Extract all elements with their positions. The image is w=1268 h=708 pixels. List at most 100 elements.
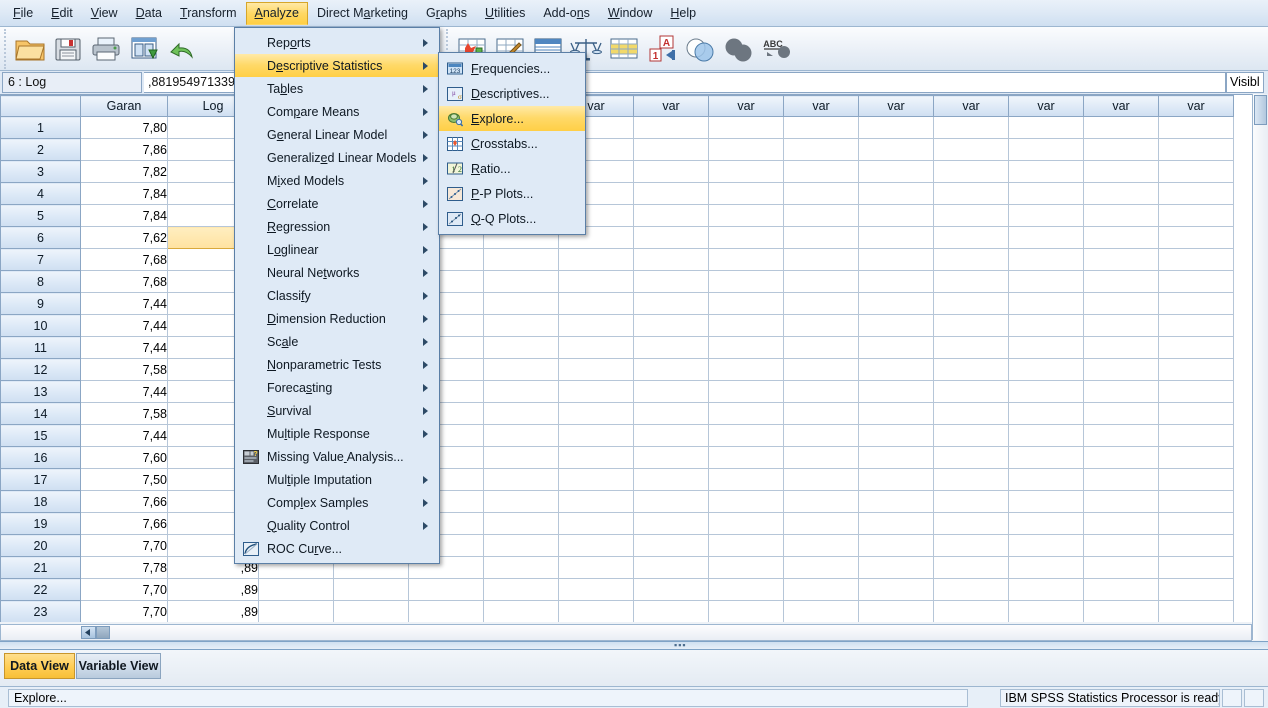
cell-empty[interactable]	[1158, 358, 1234, 381]
cell-empty[interactable]	[633, 358, 709, 381]
analyze-menu-item-general-linear-model[interactable]: General Linear Model	[235, 123, 439, 146]
cell-empty[interactable]	[858, 380, 934, 403]
cell-garan[interactable]: 7,70	[80, 578, 168, 601]
cell-empty[interactable]	[558, 468, 634, 491]
horizontal-scrollbar[interactable]	[0, 624, 1252, 641]
cell-garan[interactable]: 7,84	[80, 204, 168, 227]
cell-empty[interactable]	[708, 424, 784, 447]
cell-empty[interactable]	[708, 336, 784, 359]
cell-empty[interactable]	[633, 116, 709, 139]
cell-empty[interactable]	[933, 380, 1009, 403]
cell-empty[interactable]	[783, 182, 859, 205]
cell-garan[interactable]: 7,80	[80, 116, 168, 139]
cell-empty[interactable]	[783, 248, 859, 271]
cell-empty[interactable]	[483, 534, 559, 557]
select-cases-icon[interactable]	[681, 30, 719, 68]
scroll-left-button[interactable]	[81, 626, 96, 639]
menubar-item-analyze[interactable]: Analyze	[245, 1, 308, 25]
column-header-var[interactable]: var	[708, 95, 784, 117]
cell-empty[interactable]	[858, 600, 934, 622]
cell-empty[interactable]	[1008, 534, 1084, 557]
column-header-var[interactable]: var	[933, 95, 1009, 117]
cell-empty[interactable]	[783, 556, 859, 579]
cell-empty[interactable]	[933, 402, 1009, 425]
analyze-menu-item-descriptive-statistics[interactable]: Descriptive Statistics	[235, 54, 439, 77]
cell-empty[interactable]	[1008, 226, 1084, 249]
cell-empty[interactable]	[633, 160, 709, 183]
cell-empty[interactable]	[708, 204, 784, 227]
cell-empty[interactable]	[933, 490, 1009, 513]
cell-empty[interactable]	[1083, 182, 1159, 205]
cell-empty[interactable]	[258, 600, 334, 622]
row-header[interactable]: 13	[0, 380, 81, 403]
cell-empty[interactable]	[1008, 424, 1084, 447]
cell-empty[interactable]	[558, 512, 634, 535]
row-header[interactable]: 4	[0, 182, 81, 205]
cell-garan[interactable]: 7,62	[80, 226, 168, 249]
cell-garan[interactable]: 7,84	[80, 182, 168, 205]
cell-empty[interactable]	[708, 402, 784, 425]
cell-empty[interactable]	[1083, 380, 1159, 403]
cell-empty[interactable]	[858, 248, 934, 271]
undo-icon[interactable]	[163, 30, 201, 68]
cell-empty[interactable]	[1008, 138, 1084, 161]
column-header-var[interactable]: var	[1083, 95, 1159, 117]
cell-empty[interactable]	[708, 512, 784, 535]
cell-empty[interactable]	[1083, 600, 1159, 622]
cell-empty[interactable]	[708, 600, 784, 622]
cell-empty[interactable]	[858, 512, 934, 535]
analyze-menu-item-reports[interactable]: Reports	[235, 31, 439, 54]
cell-empty[interactable]	[633, 402, 709, 425]
horizontal-scrollbar-thumb[interactable]	[96, 626, 110, 639]
cell-empty[interactable]	[858, 578, 934, 601]
cell-empty[interactable]	[708, 446, 784, 469]
cell-empty[interactable]	[708, 556, 784, 579]
row-header[interactable]: 3	[0, 160, 81, 183]
cell-empty[interactable]	[558, 248, 634, 271]
analyze-menu-item-neural-networks[interactable]: Neural Networks	[235, 261, 439, 284]
cell-empty[interactable]	[633, 314, 709, 337]
cell-empty[interactable]	[1083, 292, 1159, 315]
cell-empty[interactable]	[708, 490, 784, 513]
cell-empty[interactable]	[1083, 358, 1159, 381]
cell-empty[interactable]	[1158, 270, 1234, 293]
cell-empty[interactable]	[633, 204, 709, 227]
cell-garan[interactable]: 7,66	[80, 512, 168, 535]
cell-empty[interactable]	[1083, 556, 1159, 579]
row-header[interactable]: 19	[0, 512, 81, 535]
cell-garan[interactable]: 7,60	[80, 446, 168, 469]
cell-empty[interactable]	[1158, 446, 1234, 469]
cell-empty[interactable]	[633, 138, 709, 161]
cell-garan[interactable]: 7,86	[80, 138, 168, 161]
cell-empty[interactable]	[858, 534, 934, 557]
cell-empty[interactable]	[1008, 314, 1084, 337]
cell-empty[interactable]	[933, 314, 1009, 337]
cell-empty[interactable]	[1008, 468, 1084, 491]
cell-empty[interactable]	[558, 336, 634, 359]
analyze-menu-item-regression[interactable]: Regression	[235, 215, 439, 238]
cell-empty[interactable]	[933, 468, 1009, 491]
analyze-menu-item-correlate[interactable]: Correlate	[235, 192, 439, 215]
cell-empty[interactable]	[1158, 600, 1234, 622]
column-header-var[interactable]: var	[633, 95, 709, 117]
row-header[interactable]: 23	[0, 600, 81, 622]
analyze-menu-item-missing-value-analysis[interactable]: ? Missing Value Analysis...	[235, 445, 439, 468]
cell-garan[interactable]: 7,68	[80, 248, 168, 271]
cell-garan[interactable]: 7,58	[80, 358, 168, 381]
cell-empty[interactable]	[633, 468, 709, 491]
menubar-item-help[interactable]: Help	[661, 2, 705, 25]
cell-empty[interactable]	[1158, 248, 1234, 271]
cell-garan[interactable]: 7,44	[80, 336, 168, 359]
cell-empty[interactable]	[708, 160, 784, 183]
row-header[interactable]: 18	[0, 490, 81, 513]
grid-corner-header[interactable]	[0, 95, 81, 117]
cell-empty[interactable]	[633, 490, 709, 513]
cell-empty[interactable]	[933, 512, 1009, 535]
cell-empty[interactable]	[783, 226, 859, 249]
print-icon[interactable]	[87, 30, 125, 68]
cell-empty[interactable]	[483, 468, 559, 491]
cell-empty[interactable]	[858, 358, 934, 381]
cell-empty[interactable]	[1008, 380, 1084, 403]
descriptive-menu-item-descriptives[interactable]: μ σ Descriptives...	[439, 81, 585, 106]
analyze-menu-item-loglinear[interactable]: Loglinear	[235, 238, 439, 261]
